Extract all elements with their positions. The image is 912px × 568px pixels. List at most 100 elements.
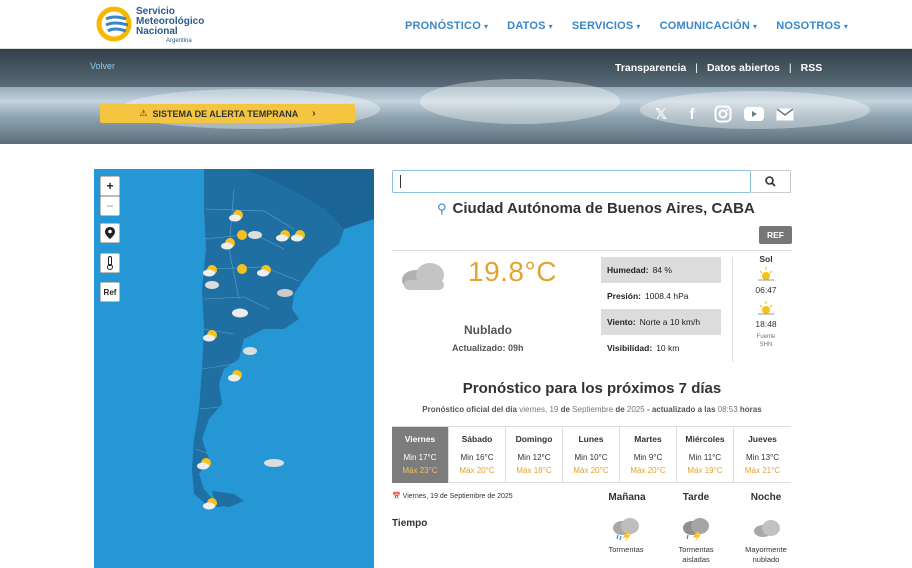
- nav-label: PRONÓSTICO: [405, 20, 481, 32]
- day-max: Máx 19°C: [687, 466, 723, 475]
- detail-visibility: Visibilidad: 10 km: [601, 335, 721, 361]
- youtube-icon[interactable]: [744, 104, 764, 124]
- condition-line: aisladas: [682, 555, 710, 564]
- day-min: Min 11°C: [688, 453, 722, 462]
- social-links: 𝕏 f: [651, 104, 806, 124]
- subtitle-part: Septiembre: [572, 405, 614, 414]
- link-rss[interactable]: RSS: [801, 62, 823, 74]
- day-min: Min 9°C: [633, 453, 663, 462]
- instagram-icon[interactable]: [713, 104, 733, 124]
- period-morning: Mañana: [608, 492, 646, 503]
- nav-label: NOSOTROS: [776, 20, 841, 32]
- forecast-days: Viernes Min 17°C Máx 23°C Sábado Min 16°C Má…: [392, 426, 791, 483]
- calendar-icon: 📅: [392, 493, 401, 500]
- back-link[interactable]: Volver: [90, 61, 115, 71]
- day-max: Máx 20°C: [459, 466, 495, 475]
- period-night: Noche: [750, 492, 782, 503]
- subtitle-part: de: [615, 405, 625, 414]
- link-separator: |: [695, 62, 698, 74]
- sun-times: Sol 06:47 18:48 Fuente SHN: [748, 254, 784, 349]
- condition-night: Mayormente nublado: [738, 545, 794, 565]
- map-ref-button[interactable]: Ref: [100, 282, 120, 302]
- sunset-icon: [758, 301, 774, 315]
- day-max: Máx 23°C: [402, 466, 438, 475]
- detail-label: Visibilidad:: [607, 343, 653, 353]
- nav-comunicacion[interactable]: COMUNICACIÓN ▾: [660, 20, 758, 32]
- detail-label: Viento:: [607, 317, 636, 327]
- period-afternoon: Tarde: [682, 492, 710, 503]
- cloudy-icon: [402, 263, 444, 290]
- day-tab-miercoles[interactable]: Miércoles Min 11°C Máx 19°C: [677, 427, 734, 483]
- nav-datos[interactable]: DATOS ▾: [507, 20, 553, 32]
- day-name: Miércoles: [685, 434, 725, 444]
- alert-system-button[interactable]: ⚠ SISTEMA DE ALERTA TEMPRANA ›: [100, 104, 355, 123]
- subtitle-part: viernes, 19: [519, 405, 559, 414]
- detail-date: 📅 Viernes, 19 de Septiembre de 2025: [392, 492, 513, 500]
- ref-button[interactable]: REF: [759, 226, 792, 244]
- logo-text: Servicio Meteorológico Nacional Argentin…: [136, 7, 204, 45]
- day-min: Min 12°C: [517, 453, 551, 462]
- facebook-icon[interactable]: f: [682, 104, 702, 124]
- nav-servicios[interactable]: SERVICIOS ▾: [572, 20, 641, 32]
- location-pin-icon: ⚲: [437, 201, 447, 216]
- detail-humidity: Humedad: 84 %: [601, 257, 721, 283]
- current-condition: Nublado: [464, 323, 512, 337]
- temperature-layer-button[interactable]: [100, 253, 120, 273]
- day-tab-viernes[interactable]: Viernes Min 17°C Máx 23°C: [392, 427, 449, 483]
- detail-wind: Viento: Norte a 10 km/h: [601, 309, 721, 335]
- chevron-down-icon: ▾: [843, 22, 849, 31]
- day-tab-martes[interactable]: Martes Min 9°C Máx 20°C: [620, 427, 677, 483]
- nav-pronostico[interactable]: PRONÓSTICO ▾: [405, 20, 488, 32]
- day-tab-domingo[interactable]: Domingo Min 12°C Máx 18°C: [506, 427, 563, 483]
- weather-map[interactable]: [94, 169, 374, 568]
- day-tab-lunes[interactable]: Lunes Min 10°C Máx 20°C: [563, 427, 620, 483]
- location-pin-button[interactable]: [100, 223, 120, 243]
- smn-logo[interactable]: Servicio Meteorológico Nacional Argentin…: [96, 5, 216, 45]
- forecast-title: Pronóstico para los próximos 7 días: [462, 380, 722, 397]
- hero-cloud: [420, 79, 620, 124]
- nav-nosotros[interactable]: NOSOTROS ▾: [776, 20, 848, 32]
- sun-title: Sol: [759, 254, 773, 264]
- search-icon: [765, 176, 776, 187]
- chevron-down-icon: ▾: [548, 22, 553, 31]
- day-tab-sabado[interactable]: Sábado Min 16°C Máx 20°C: [449, 427, 506, 483]
- argentina-map: [192, 169, 374, 510]
- warning-icon: ⚠: [139, 108, 148, 118]
- storm-icon: [613, 518, 639, 542]
- mail-icon[interactable]: [775, 104, 795, 124]
- detail-pressure: Presión: 1008.4 hPa: [601, 283, 721, 309]
- x-icon[interactable]: 𝕏: [651, 104, 671, 124]
- day-max: Máx 18°C: [516, 466, 552, 475]
- day-name: Martes: [634, 434, 662, 444]
- nav-label: DATOS: [507, 20, 546, 32]
- search-button[interactable]: [751, 170, 791, 193]
- zoom-in-button[interactable]: +: [100, 176, 120, 196]
- link-transparencia[interactable]: Transparencia: [615, 62, 686, 74]
- nav-label: COMUNICACIÓN: [659, 20, 751, 32]
- subtitle-part: - actualizado a las: [646, 405, 716, 414]
- condition-line: Mayormente: [745, 545, 787, 554]
- chevron-down-icon: ▾: [483, 22, 489, 31]
- day-max: Máx 20°C: [630, 466, 666, 475]
- forecast-subtitle: Pronóstico oficial del día viernes, 19 d…: [392, 405, 792, 414]
- top-links: Transparencia | Datos abiertos | RSS: [615, 62, 822, 74]
- day-min: Min 17°C: [403, 453, 437, 462]
- sunrise-time: 06:47: [755, 285, 777, 295]
- day-name: Jueves: [748, 434, 777, 444]
- detail-value: 10 km: [656, 343, 680, 353]
- thermometer-icon: [107, 256, 113, 270]
- link-datos-abiertos[interactable]: Datos abiertos: [707, 62, 780, 74]
- subtitle-part: de: [560, 405, 570, 414]
- divider: [732, 257, 733, 362]
- day-tab-jueves[interactable]: Jueves Min 13°C Máx 21°C: [734, 427, 791, 483]
- condition-line: Tormentas: [678, 545, 714, 554]
- subtitle-part: Pronóstico oficial del día: [422, 405, 517, 414]
- day-min: Min 16°C: [460, 453, 494, 462]
- location-search-input[interactable]: [392, 170, 751, 193]
- zoom-out-button[interactable]: −: [100, 196, 120, 216]
- row-label-tiempo: Tiempo: [392, 518, 428, 529]
- chevron-down-icon: ▾: [753, 22, 758, 31]
- updated-time: Actualizado: 09h: [452, 343, 524, 353]
- isolated-storm-icon: [683, 518, 709, 542]
- day-name: Lunes: [578, 434, 604, 444]
